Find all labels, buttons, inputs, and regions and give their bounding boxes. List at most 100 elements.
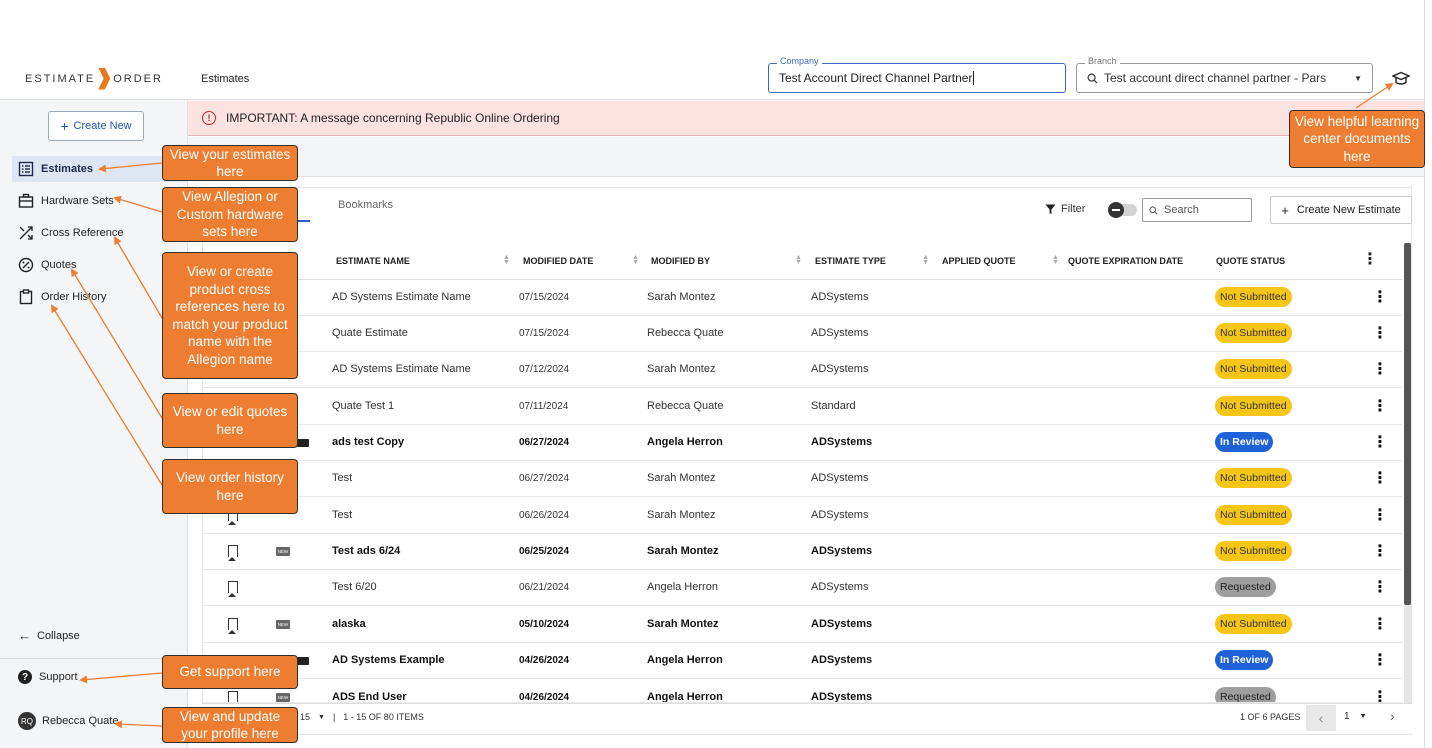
table-row[interactable]: NEW Test ads 6/24 06/25/2024 Sarah Monte…	[202, 534, 1402, 570]
new-badge-icon: NEW	[276, 693, 290, 702]
estimate-name[interactable]: ads test Copy	[332, 436, 404, 448]
collapse-button[interactable]: ← Collapse	[18, 628, 80, 643]
table-row[interactable]: Test 06/26/2024 Sarah Montez ADSystems N…	[202, 498, 1402, 534]
chevron-down-icon[interactable]: ▼	[318, 714, 325, 721]
sidebar-item-quotes[interactable]: Quotes	[12, 252, 182, 278]
modified-date: 05/10/2024	[519, 619, 570, 630]
modified-by: Angela Herron	[647, 691, 723, 703]
table-row[interactable]: Quate Test 1 07/11/2024 Rebecca Quate St…	[202, 389, 1402, 425]
sidebar-item-label: Estimates	[41, 163, 93, 175]
filter-button[interactable]: Filter	[1045, 203, 1085, 215]
plus-icon: +	[1281, 202, 1289, 218]
create-new-estimate-button[interactable]: + Create New Estimate	[1270, 196, 1412, 224]
user-profile[interactable]: RQ Rebecca Quate	[18, 712, 118, 730]
bookmark-icon[interactable]	[228, 691, 238, 702]
estimate-name[interactable]: Test	[332, 509, 352, 521]
page-size[interactable]: 15	[300, 712, 310, 722]
branch-select[interactable]: Branch Test account direct channel partn…	[1076, 56, 1373, 93]
table-row[interactable]: Quate Estimate 07/15/2024 Rebecca Quate …	[202, 316, 1402, 352]
brand-logo[interactable]: ESTIMATE ORDER	[0, 58, 188, 100]
row-kebab-icon[interactable]: ⋮	[1372, 362, 1388, 378]
row-kebab-icon[interactable]: ⋮	[1372, 580, 1388, 596]
bookmark-icon[interactable]	[228, 618, 238, 634]
estimate-name[interactable]: Quate Test 1	[332, 400, 394, 412]
estimate-name[interactable]: alaska	[332, 618, 366, 630]
page-size-selector[interactable]: 15 ▼ | 1 - 15 OF 80 ITEMS	[300, 712, 424, 722]
row-kebab-icon[interactable]: ⋮	[1372, 508, 1388, 524]
tab-bookmarks[interactable]: Bookmarks	[338, 199, 393, 211]
row-kebab-icon[interactable]: ⋮	[1372, 690, 1388, 703]
table-row[interactable]: NEW ADS End User 04/26/2024 Angela Herro…	[202, 680, 1402, 703]
estimate-name[interactable]: ADS End User	[332, 691, 407, 702]
chevron-down-icon[interactable]: ▼	[1360, 713, 1367, 722]
page-select[interactable]: 1 ▼	[1344, 711, 1367, 722]
table-row[interactable]: AD Systems Estimate Name 07/15/2024 Sara…	[202, 280, 1402, 316]
row-kebab-icon[interactable]: ⋮	[1372, 544, 1388, 560]
row-kebab-icon[interactable]: ⋮	[1372, 326, 1388, 342]
estimate-type: ADSystems	[811, 436, 873, 448]
estimate-name[interactable]: Quate Estimate	[332, 327, 408, 339]
current-page[interactable]: 1	[1344, 711, 1350, 722]
bookmark-icon[interactable]	[228, 545, 238, 561]
callout-hardware-sets: View Allegion or Custom hardware sets he…	[162, 187, 298, 242]
row-kebab-icon[interactable]: ⋮	[1372, 290, 1388, 306]
table-row[interactable]: AD Systems Estimate Name 07/12/2024 Sara…	[202, 352, 1402, 388]
text-cursor	[973, 71, 975, 85]
estimate-type: Standard	[811, 400, 856, 412]
table-row[interactable]: Test 06/27/2024 Sarah Montez ADSystems N…	[202, 461, 1402, 497]
estimate-type: ADSystems	[811, 691, 873, 703]
sort-icon[interactable]: ▲ ▼	[922, 254, 929, 266]
search-input[interactable]: Search	[1142, 198, 1252, 222]
prev-page-button[interactable]: ‹	[1306, 705, 1336, 731]
sidebar-item-hardware-sets[interactable]: Hardware Sets	[12, 188, 182, 214]
sort-icon[interactable]: ▲ ▼	[503, 254, 510, 266]
estimate-name[interactable]: AD Systems Example	[332, 654, 445, 666]
sort-icon[interactable]: ▲ ▼	[1052, 254, 1059, 266]
sidebar-item-order-history[interactable]: Order History	[12, 284, 182, 310]
banner-text: IMPORTANT: A message concerning Republic…	[226, 111, 560, 125]
column-estimate-name[interactable]: ESTIMATE NAME	[336, 256, 410, 266]
sidebar-item-cross-reference[interactable]: Cross Reference	[12, 220, 182, 246]
bookmark-icon[interactable]	[228, 581, 238, 597]
row-kebab-icon[interactable]: ⋮	[1372, 653, 1388, 669]
company-field[interactable]: Company Test Account Direct Channel Part…	[768, 56, 1066, 93]
help-icon: ?	[18, 670, 32, 684]
table-row[interactable]: AD Systems Example 04/26/2024 Angela Her…	[202, 643, 1402, 679]
scrollbar-thumb[interactable]	[1404, 243, 1411, 605]
column-quote-status[interactable]: QUOTE STATUS	[1216, 256, 1285, 266]
estimate-name[interactable]: Test	[332, 472, 352, 484]
row-kebab-icon[interactable]: ⋮	[1372, 435, 1388, 451]
estimate-name[interactable]: Test ads 6/24	[332, 545, 400, 557]
table-row[interactable]: ads test Copy 06/27/2024 Angela Herron A…	[202, 425, 1402, 461]
next-page-button[interactable]: ›	[1390, 708, 1395, 724]
estimate-name[interactable]: AD Systems Estimate Name	[332, 363, 471, 375]
column-options-kebab-icon[interactable]: ⋮	[1362, 252, 1378, 268]
column-modified-by[interactable]: MODIFIED BY	[651, 256, 710, 266]
estimate-name[interactable]: AD Systems Estimate Name	[332, 291, 471, 303]
sort-icon[interactable]: ▲ ▼	[632, 254, 639, 266]
row-kebab-icon[interactable]: ⋮	[1372, 471, 1388, 487]
table-row[interactable]: NEW alaska 05/10/2024 Sarah Montez ADSys…	[202, 607, 1402, 643]
sidebar-item-label: Hardware Sets	[41, 195, 114, 207]
graduation-cap-icon[interactable]	[1392, 71, 1410, 87]
items-range: 1 - 15 OF 80 ITEMS	[343, 712, 424, 722]
row-kebab-icon[interactable]: ⋮	[1372, 399, 1388, 415]
company-value: Test Account Direct Channel Partner	[779, 71, 973, 85]
column-applied-quote[interactable]: APPLIED QUOTE	[942, 256, 1016, 266]
column-modified-date[interactable]: MODIFIED DATE	[523, 256, 593, 266]
modified-date: 07/11/2024	[519, 401, 569, 412]
support-link[interactable]: ? Support	[18, 670, 78, 684]
column-estimate-type[interactable]: ESTIMATE TYPE	[815, 256, 886, 266]
create-new-label: Create New	[73, 120, 132, 132]
estimate-name[interactable]: Test 6/20	[332, 581, 377, 593]
estimate-type: ADSystems	[811, 545, 873, 557]
table-row[interactable]: Test 6/20 06/21/2024 Angela Herron ADSys…	[202, 570, 1402, 606]
important-banner[interactable]: ! IMPORTANT: A message concerning Republ…	[188, 101, 1424, 136]
filter-toggle[interactable]	[1108, 202, 1137, 218]
row-kebab-icon[interactable]: ⋮	[1372, 617, 1388, 633]
column-quote-expiration-date[interactable]: QUOTE EXPIRATION DATE	[1068, 256, 1183, 266]
modified-by: Sarah Montez	[647, 545, 719, 557]
create-new-button[interactable]: + Create New	[48, 111, 144, 141]
modified-date: 06/26/2024	[519, 510, 570, 521]
sort-icon[interactable]: ▲ ▼	[795, 254, 802, 266]
